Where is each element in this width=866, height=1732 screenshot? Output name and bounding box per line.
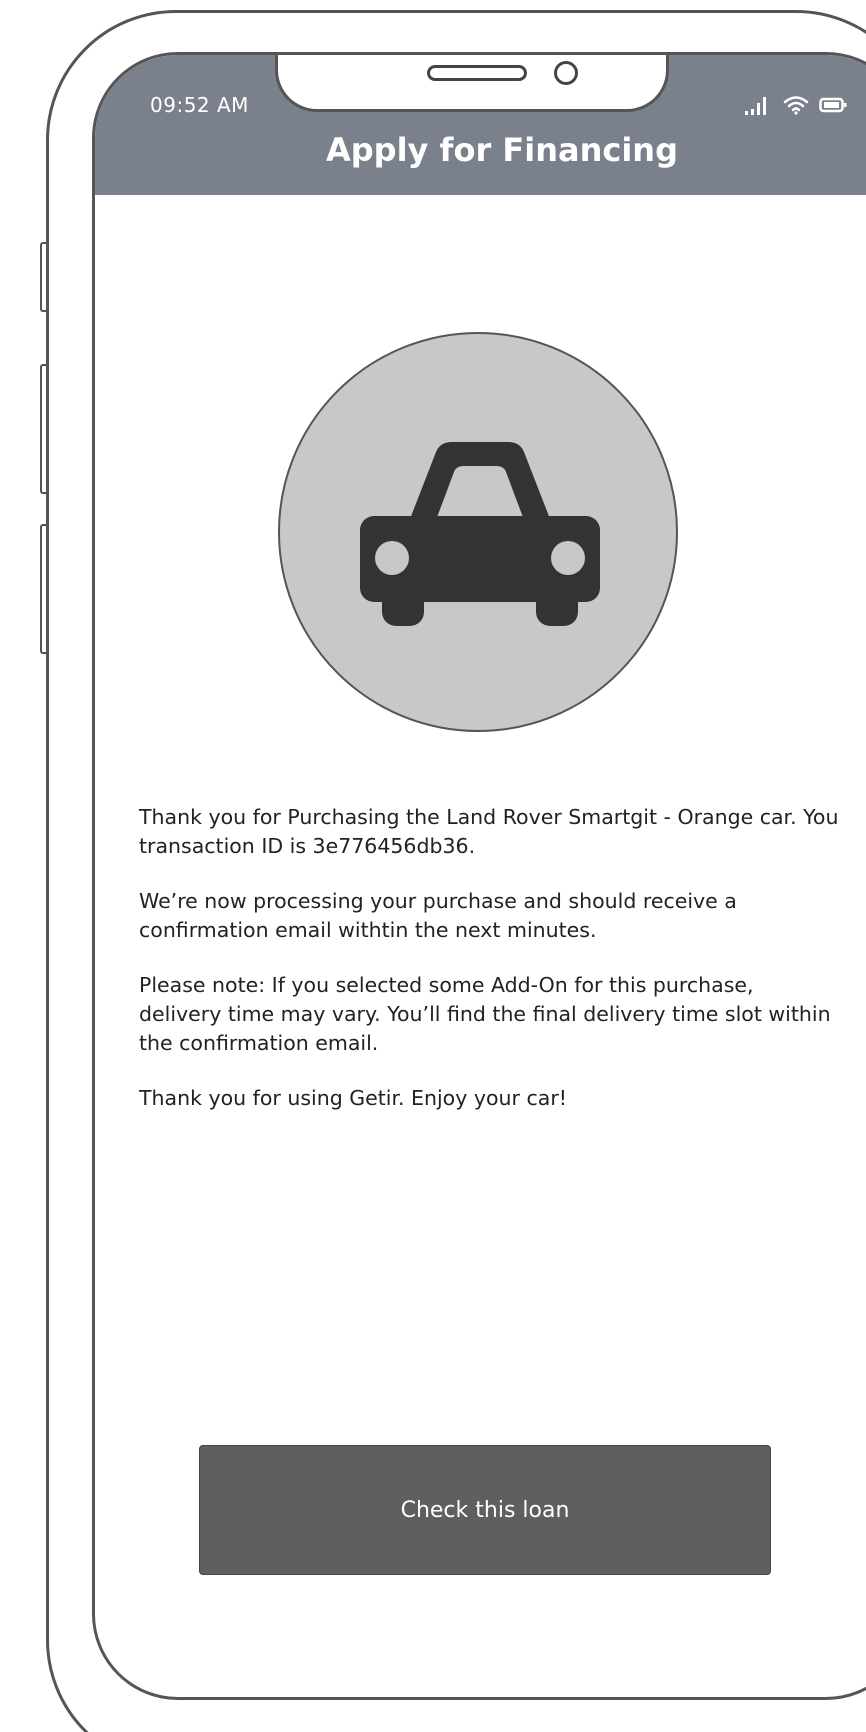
car-avatar (278, 332, 678, 732)
check-loan-button[interactable]: Check this loan (199, 1445, 771, 1575)
speaker-grille (427, 65, 527, 81)
status-icons (743, 93, 849, 115)
status-time: 09:52 AM (150, 93, 249, 117)
phone-screen: 09:52 AM Apply for Financing Thank you f… (92, 52, 866, 1700)
page-title: Apply for Financing (326, 131, 678, 169)
car-icon (360, 442, 600, 626)
battery-icon (819, 97, 847, 113)
message-paragraph-2: We’re now processing your purchase and s… (139, 889, 737, 942)
wifi-icon (783, 96, 809, 115)
front-camera (554, 61, 578, 85)
signal-icon (745, 97, 766, 115)
app-stage: 09:52 AM Apply for Financing Thank you f… (0, 0, 866, 1732)
message-paragraph-1: Thank you for Purchasing the Land Rover … (139, 805, 839, 858)
message-paragraph-4: Thank you for using Getir. Enjoy your ca… (139, 1086, 567, 1110)
confirmation-message: Thank you for Purchasing the Land Rover … (139, 803, 839, 1139)
phone-notch (275, 55, 669, 112)
message-paragraph-3: Please note: If you selected some Add-On… (139, 973, 831, 1055)
